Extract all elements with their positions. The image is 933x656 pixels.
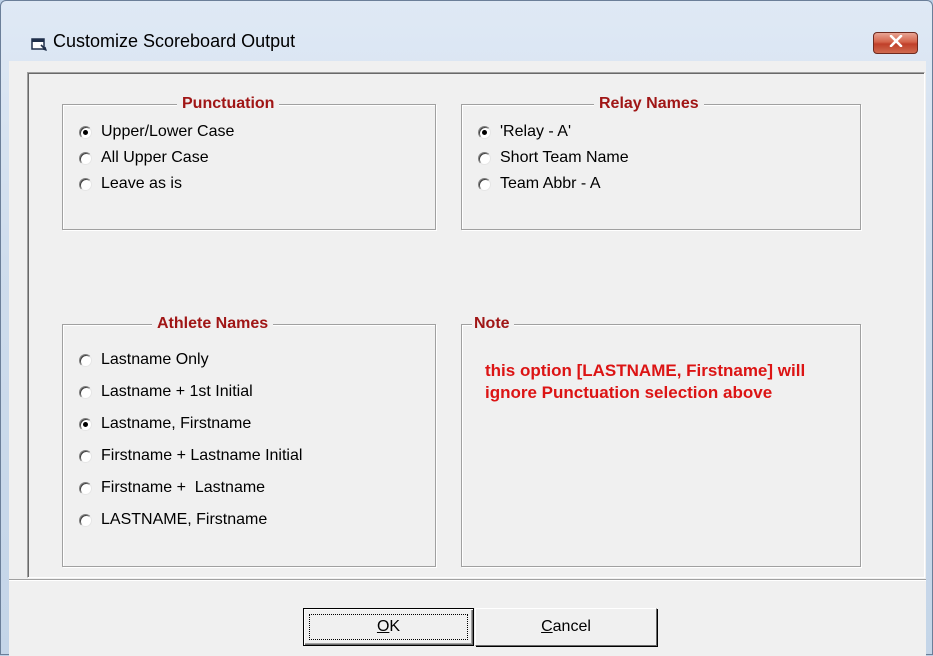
radio-button[interactable] <box>79 353 92 367</box>
ok-button-accel: O <box>376 618 390 635</box>
ok-button[interactable]: OK <box>303 608 474 646</box>
radio-short-team-name[interactable]: Short Team Name <box>478 147 629 169</box>
radio-button[interactable] <box>478 151 491 165</box>
radio-leave-as-is[interactable]: Leave as is <box>79 173 182 195</box>
radio-label: Upper/Lower Case <box>101 123 235 140</box>
radio-lastname-1st-initial[interactable]: Lastname + 1st Initial <box>79 381 253 403</box>
radio-team-abbr-a[interactable]: Team Abbr - A <box>478 173 601 195</box>
options-panel: Punctuation Upper/Lower Case All Upper C… <box>27 72 925 578</box>
athlete-names-group: Athlete Names Lastname Only Lastname + 1… <box>62 314 436 567</box>
radio-button[interactable] <box>79 151 92 165</box>
dialog-client-area: Punctuation Upper/Lower Case All Upper C… <box>9 61 926 656</box>
close-x-icon <box>889 34 903 52</box>
radio-label: All Upper Case <box>101 149 209 166</box>
radio-button-checked[interactable] <box>478 125 491 139</box>
cancel-button[interactable]: Cancel <box>475 608 657 646</box>
radio-firstname-lastname[interactable]: Firstname + Lastname <box>79 477 265 499</box>
punctuation-group: Punctuation Upper/Lower Case All Upper C… <box>62 94 436 230</box>
form-window-icon <box>31 37 47 51</box>
cancel-button-label: ancel <box>552 618 591 635</box>
title-bar[interactable]: Customize Scoreboard Output <box>1 1 932 54</box>
note-group: Note this option [LASTNAME, Firstname] w… <box>461 314 861 567</box>
relay-names-group-title: Relay Names <box>594 94 704 114</box>
button-bar: OK Cancel <box>9 579 926 656</box>
dialog-window: Customize Scoreboard Output Punctuation … <box>0 0 933 656</box>
radio-label: Team Abbr - A <box>500 175 601 192</box>
close-button[interactable] <box>873 32 918 54</box>
radio-button[interactable] <box>79 177 92 191</box>
radio-button[interactable] <box>79 385 92 399</box>
radio-button[interactable] <box>478 177 491 191</box>
radio-firstname-lastname-initial[interactable]: Firstname + Lastname Initial <box>79 445 302 467</box>
radio-label: Firstname + Lastname <box>101 479 266 496</box>
radio-label: 'Relay - A' <box>500 123 572 140</box>
radio-button[interactable] <box>79 513 92 527</box>
athlete-names-group-title: Athlete Names <box>152 314 274 334</box>
cancel-button-accel: C <box>541 618 553 635</box>
radio-lastname-firstname[interactable]: Lastname, Firstname <box>79 413 251 435</box>
radio-lastname-only[interactable]: Lastname Only <box>79 349 209 371</box>
note-group-title: Note <box>472 314 514 334</box>
window-title: Customize Scoreboard Output <box>53 31 296 51</box>
radio-label: Lastname + 1st Initial <box>101 383 253 400</box>
radio-lastname-caps-firstname[interactable]: LASTNAME, Firstname <box>79 509 267 531</box>
radio-label: Lastname, Firstname <box>101 415 252 432</box>
radio-relay-a[interactable]: 'Relay - A' <box>478 121 571 143</box>
radio-label: Lastname Only <box>101 351 209 368</box>
radio-button[interactable] <box>79 449 92 463</box>
radio-button-checked[interactable] <box>79 125 92 139</box>
note-text: this option [LASTNAME, Firstname] will i… <box>485 361 806 402</box>
radio-upper-lower-case[interactable]: Upper/Lower Case <box>79 121 234 143</box>
radio-label: Short Team Name <box>500 149 629 166</box>
ok-button-label: K <box>389 618 401 635</box>
radio-label: Firstname + Lastname Initial <box>101 447 303 464</box>
radio-label: Leave as is <box>101 175 182 192</box>
radio-label: LASTNAME, Firstname <box>101 511 268 528</box>
radio-button-checked[interactable] <box>79 417 92 431</box>
relay-names-group: Relay Names 'Relay - A' Short Team Name … <box>461 94 861 230</box>
radio-button[interactable] <box>79 481 92 495</box>
punctuation-group-title: Punctuation <box>177 94 280 114</box>
radio-all-upper-case[interactable]: All Upper Case <box>79 147 209 169</box>
